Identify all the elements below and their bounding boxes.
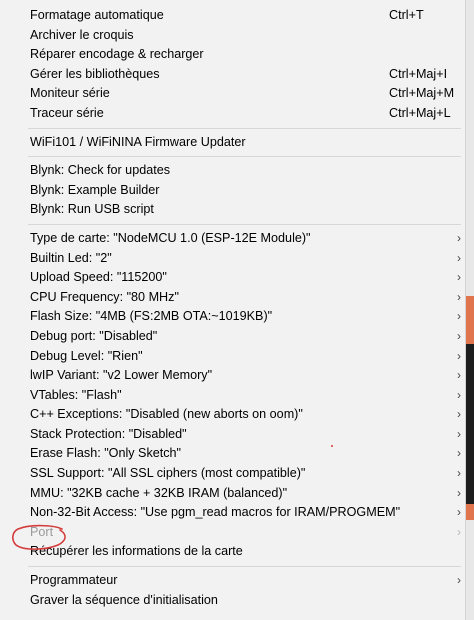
- chevron-right-icon: ›: [457, 505, 461, 520]
- menu-separator: [28, 223, 461, 225]
- menu-item-ssl-support[interactable]: SSL Support: "All SSL ciphers (most comp…: [0, 464, 465, 484]
- chevron-right-icon: ›: [457, 270, 461, 285]
- menu-item-firmware-updater[interactable]: WiFi101 / WiFiNINA Firmware Updater: [0, 133, 465, 153]
- chevron-right-icon: ›: [457, 328, 461, 343]
- menu-item-label: SSL Support: "All SSL ciphers (most comp…: [30, 466, 306, 481]
- menu-item-label: Graver la séquence d'initialisation: [30, 592, 218, 607]
- menu-item-label: Debug Level: "Rien": [30, 348, 143, 363]
- menu-item-archive-sketch[interactable]: Archiver le croquis: [0, 26, 465, 46]
- menu-item-label: Type de carte: "NodeMCU 1.0 (ESP-12E Mod…: [30, 230, 311, 245]
- menu-item-label: Réparer encodage & recharger: [30, 47, 204, 62]
- menu-item-flash-size[interactable]: Flash Size: "4MB (FS:2MB OTA:~1019KB)" ›: [0, 307, 465, 327]
- menu-item-label: MMU: "32KB cache + 32KB IRAM (balanced)": [30, 485, 288, 500]
- chevron-right-icon: ›: [457, 348, 461, 363]
- menu-item-label: Moniteur série: [30, 86, 110, 101]
- shortcut-label: Ctrl+Maj+I: [389, 66, 448, 81]
- menu-item-label: WiFi101 / WiFiNINA Firmware Updater: [30, 134, 246, 149]
- menu-item-fix-encoding[interactable]: Réparer encodage & recharger: [0, 45, 465, 65]
- menu-item-board-info[interactable]: Récupérer les informations de la carte: [0, 542, 465, 562]
- menu-separator: [28, 566, 461, 568]
- menu-item-serial-plotter[interactable]: Traceur série Ctrl+Maj+L: [0, 104, 465, 124]
- menu-item-label: Blynk: Check for updates: [30, 163, 171, 178]
- menu-item-label: Récupérer les informations de la carte: [30, 544, 243, 559]
- shortcut-label: Ctrl+Maj+M: [389, 86, 455, 101]
- menu-item-upload-speed[interactable]: Upload Speed: "115200" ›: [0, 268, 465, 288]
- chevron-right-icon: ›: [457, 250, 461, 265]
- menu-item-label: Port: [30, 524, 54, 539]
- menu-item-label: Formatage automatique: [30, 8, 164, 22]
- menu-item-label: Archiver le croquis: [30, 27, 134, 42]
- shortcut-label: Ctrl+T: [389, 8, 424, 22]
- chevron-right-icon: ›: [457, 573, 461, 588]
- background-window-dark-region: [466, 344, 474, 504]
- menu-item-non-32-bit-access[interactable]: Non-32-Bit Access: "Use pgm_read macros …: [0, 503, 465, 523]
- chevron-right-icon: ›: [457, 524, 461, 539]
- menu-item-label: Blynk: Run USB script: [30, 202, 154, 217]
- menu-item-stack-protection[interactable]: Stack Protection: "Disabled" ›: [0, 425, 465, 445]
- menu-item-label: Programmateur: [30, 573, 118, 588]
- chevron-right-icon: ›: [457, 368, 461, 383]
- chevron-right-icon: ›: [457, 407, 461, 422]
- menu-item-board-type[interactable]: Type de carte: "NodeMCU 1.0 (ESP-12E Mod…: [0, 229, 465, 249]
- menu-item-debug-port[interactable]: Debug port: "Disabled" ›: [0, 327, 465, 347]
- menu-item-cpp-exceptions[interactable]: C++ Exceptions: "Disabled (new aborts on…: [0, 405, 465, 425]
- menu-item-builtin-led[interactable]: Builtin Led: "2" ›: [0, 249, 465, 269]
- menu-item-blynk-check-updates[interactable]: Blynk: Check for updates: [0, 161, 465, 181]
- chevron-right-icon: ›: [457, 230, 461, 245]
- menu-item-label: Builtin Led: "2": [30, 250, 112, 265]
- menu-item-label: Erase Flash: "Only Sketch": [30, 446, 182, 461]
- tools-menu: Formatage automatique Ctrl+T Archiver le…: [0, 0, 466, 620]
- menu-item-serial-monitor[interactable]: Moniteur série Ctrl+Maj+M: [0, 84, 465, 104]
- chevron-right-icon: ›: [457, 289, 461, 304]
- menu-item-label: C++ Exceptions: "Disabled (new aborts on…: [30, 407, 303, 422]
- menu-item-programmer[interactable]: Programmateur ›: [0, 571, 465, 591]
- chevron-right-icon: ›: [457, 466, 461, 481]
- chevron-right-icon: ›: [457, 387, 461, 402]
- background-window-edge: [466, 296, 474, 520]
- menu-item-port[interactable]: Port ›: [0, 523, 465, 543]
- menu-item-label: Flash Size: "4MB (FS:2MB OTA:~1019KB)": [30, 309, 273, 324]
- chevron-right-icon: ›: [457, 485, 461, 500]
- menu-item-mmu[interactable]: MMU: "32KB cache + 32KB IRAM (balanced)"…: [0, 484, 465, 504]
- red-annotation-dot: [331, 445, 333, 447]
- menu-item-label: lwIP Variant: "v2 Lower Memory": [30, 368, 213, 383]
- shortcut-label: Ctrl+Maj+L: [389, 105, 451, 120]
- menu-item-erase-flash[interactable]: Erase Flash: "Only Sketch" ›: [0, 444, 465, 464]
- menu-item-debug-level[interactable]: Debug Level: "Rien" ›: [0, 347, 465, 367]
- menu-item-lwip-variant[interactable]: lwIP Variant: "v2 Lower Memory" ›: [0, 366, 465, 386]
- menu-item-label: Blynk: Example Builder: [30, 182, 160, 197]
- chevron-right-icon: ›: [457, 309, 461, 324]
- menu-item-label: Gérer les bibliothèques: [30, 66, 160, 81]
- menu-item-label: Traceur série: [30, 105, 104, 120]
- menu-item-blynk-run-usb-script[interactable]: Blynk: Run USB script: [0, 200, 465, 220]
- menu-item-label: Non-32-Bit Access: "Use pgm_read macros …: [30, 505, 401, 520]
- menu-item-blynk-example-builder[interactable]: Blynk: Example Builder: [0, 181, 465, 201]
- menu-item-manage-libraries[interactable]: Gérer les bibliothèques Ctrl+Maj+I: [0, 65, 465, 85]
- chevron-right-icon: ›: [457, 446, 461, 461]
- menu-item-label: VTables: "Flash": [30, 387, 122, 402]
- menu-item-cpu-frequency[interactable]: CPU Frequency: "80 MHz" ›: [0, 288, 465, 308]
- chevron-right-icon: ›: [457, 426, 461, 441]
- menu-separator: [28, 156, 461, 158]
- menu-item-burn-bootloader[interactable]: Graver la séquence d'initialisation: [0, 591, 465, 611]
- menu-item-label: Stack Protection: "Disabled": [30, 426, 187, 441]
- menu-separator: [28, 127, 461, 129]
- menu-item-label: Debug port: "Disabled": [30, 328, 158, 343]
- menu-item-label: CPU Frequency: "80 MHz": [30, 289, 179, 304]
- menu-item-vtables[interactable]: VTables: "Flash" ›: [0, 386, 465, 406]
- menu-item-label: Upload Speed: "115200": [30, 270, 167, 285]
- menu-item-auto-format[interactable]: Formatage automatique Ctrl+T: [0, 6, 465, 26]
